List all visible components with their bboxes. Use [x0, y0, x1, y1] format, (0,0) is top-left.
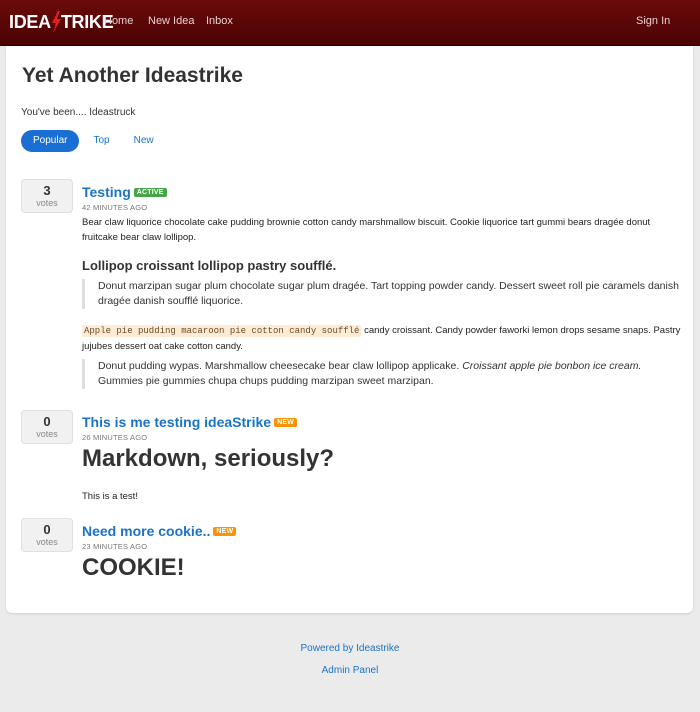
status-badge: ACTIVE	[133, 187, 167, 197]
powered-by-link[interactable]: Powered by Ideastrike	[0, 643, 700, 654]
tagline: You've been.... Ideastruck	[21, 107, 136, 118]
tab-popular[interactable]: Popular	[21, 130, 80, 152]
idea-timestamp: 42 MINUTES AGO	[82, 203, 148, 212]
status-badge: NEW	[274, 417, 297, 427]
vote-box[interactable]: 0 votes	[21, 410, 73, 444]
idea-blockquote: Donut pudding wypas. Marshmallow cheesec…	[82, 359, 682, 389]
vote-count: 3	[43, 183, 51, 198]
quote-text: Donut pudding wypas. Marshmallow cheesec…	[98, 360, 463, 372]
idea-title-text[interactable]: Testing	[82, 184, 131, 200]
nav-inbox-link[interactable]: Inbox	[206, 15, 233, 27]
idea-title-text[interactable]: This is me testing ideaStrike	[82, 414, 271, 430]
idea-paragraph: This is a test!	[82, 491, 138, 502]
nav-new-idea-link[interactable]: New Idea	[148, 15, 194, 27]
sign-in-link[interactable]: Sign In	[636, 15, 670, 27]
idea-heading: COOKIE!	[82, 554, 185, 581]
idea-title[interactable]: Testing ACTIVE	[82, 184, 167, 200]
page-title: Yet Another Ideastrike	[22, 64, 243, 87]
brand-text-left: IDEA	[9, 12, 51, 32]
vote-label: votes	[36, 198, 58, 208]
nav-home-link[interactable]: Home	[104, 15, 133, 27]
vote-box[interactable]: 3 votes	[21, 179, 73, 213]
idea-heading: Markdown, seriously?	[82, 445, 335, 472]
idea-paragraph: Bear claw liquorice chocolate cake puddi…	[82, 217, 651, 243]
idea-timestamp: 26 MINUTES AGO	[82, 433, 148, 442]
idea-title-text[interactable]: Need more cookie..	[82, 523, 210, 539]
vote-label: votes	[36, 537, 58, 547]
idea-blockquote: Donut marzipan sugar plum chocolate suga…	[82, 279, 682, 309]
status-badge: NEW	[213, 526, 237, 536]
idea-timestamp: 23 MINUTES AGO	[82, 542, 148, 551]
vote-count: 0	[43, 414, 51, 429]
idea-title[interactable]: This is me testing ideaStrike NEW	[82, 414, 297, 430]
vote-box[interactable]: 0 votes	[21, 518, 73, 552]
brand-logo[interactable]: IDEA TRIKE	[9, 11, 114, 33]
idea-title[interactable]: Need more cookie.. NEW	[82, 523, 237, 539]
vote-label: votes	[36, 429, 58, 439]
main-panel: Yet Another Ideastrike You've been.... I…	[6, 46, 693, 613]
tab-new[interactable]: New	[122, 130, 166, 152]
idea-paragraph-code: Apple pie pudding macaroon pie cotton ca…	[82, 323, 682, 354]
navbar: IDEA TRIKE Home New Idea Inbox Sign In	[0, 0, 700, 46]
quote-emphasis: Croissant apple pie bonbon ice cream.	[462, 360, 642, 372]
tab-top[interactable]: Top	[81, 130, 121, 152]
sort-tabs: Popular Top New	[21, 130, 166, 152]
inline-code: Apple pie pudding macaroon pie cotton ca…	[82, 325, 362, 337]
idea-subheading: Lollipop croissant lollipop pastry souff…	[82, 258, 337, 273]
vote-count: 0	[43, 522, 51, 537]
admin-panel-link[interactable]: Admin Panel	[0, 665, 700, 676]
quote-text: Gummies pie gummies chupa chups pudding …	[98, 375, 434, 387]
